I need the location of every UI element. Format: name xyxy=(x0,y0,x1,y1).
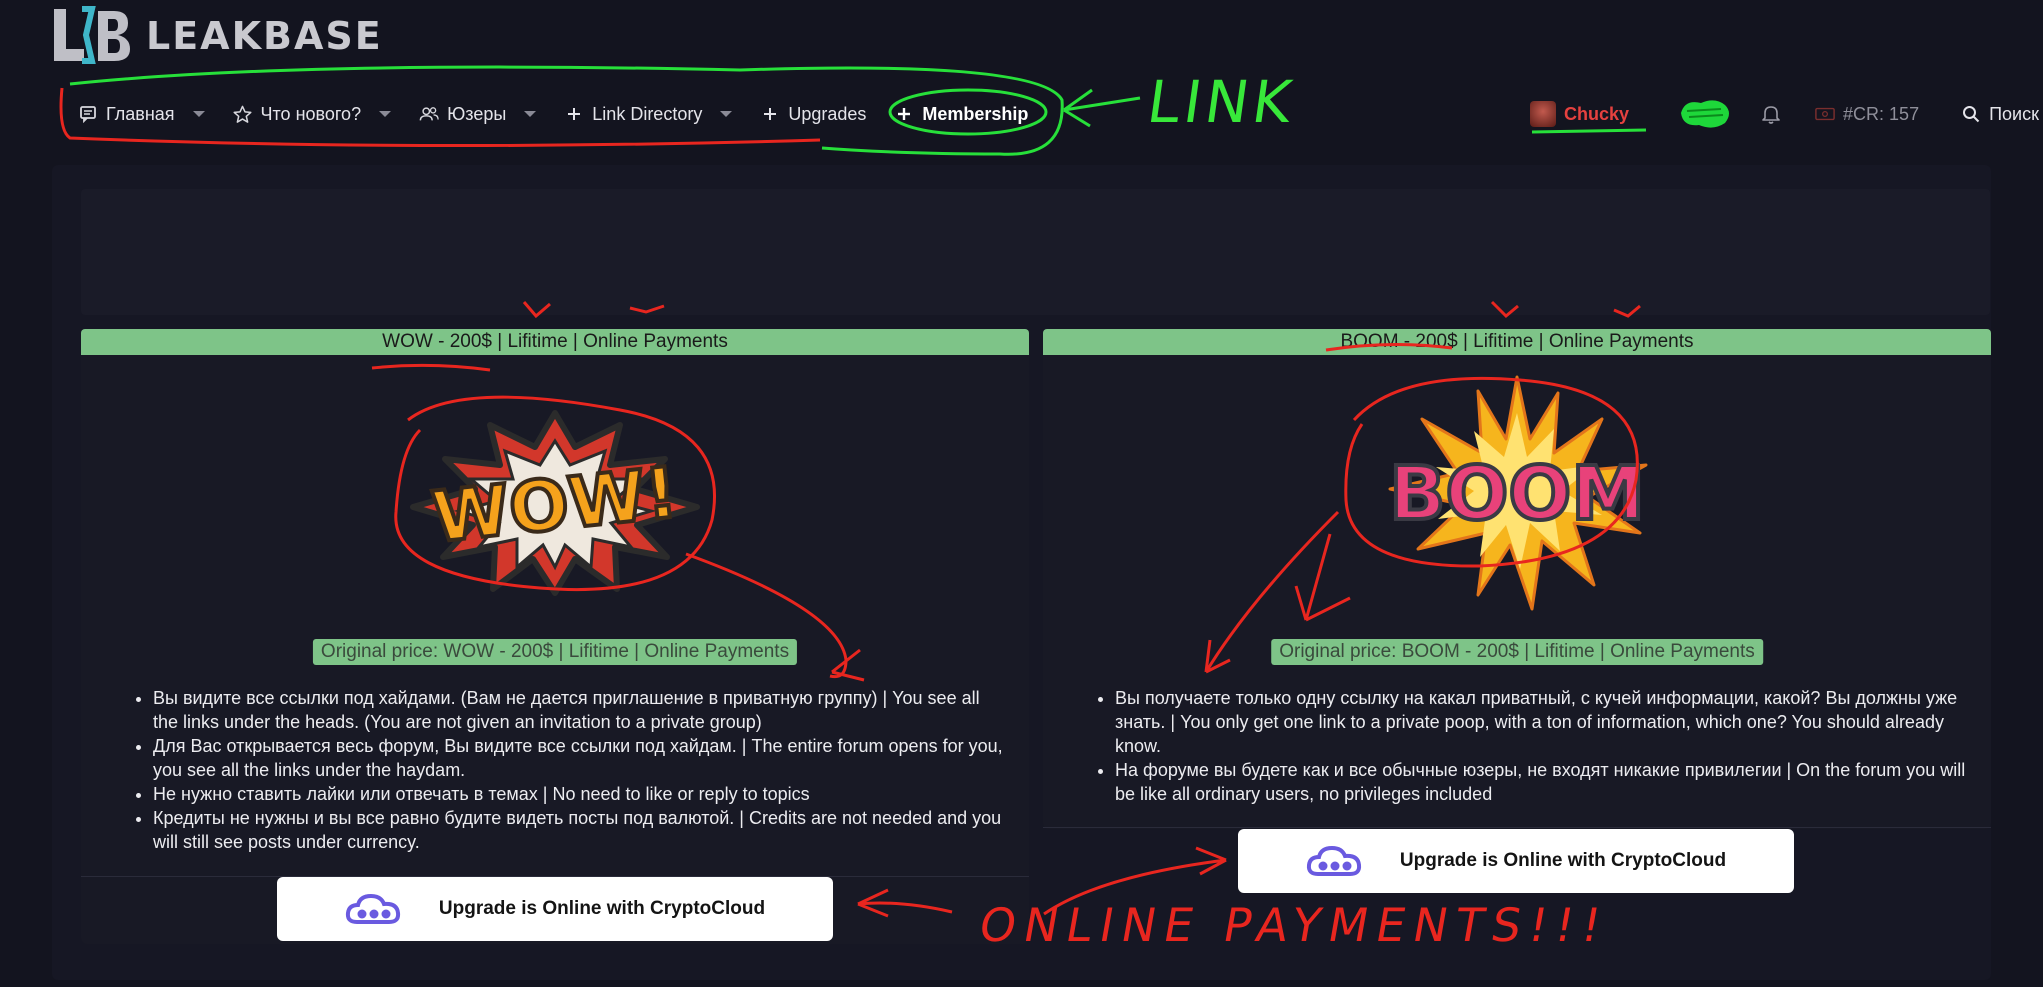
avatar xyxy=(1530,101,1556,127)
divider xyxy=(1043,827,1991,828)
plan-card-wow: WOW - 200$ | Lifitime | Online Payments … xyxy=(81,329,1029,944)
leakbase-logo-icon xyxy=(54,6,130,64)
site-logo[interactable]: LEAKBASE xyxy=(52,5,383,67)
annotation-online-text: ONLINE PAYMENTS!!! xyxy=(975,898,1614,952)
feature-list: Вы видите все ссылки под хайдами. (Вам н… xyxy=(121,686,1009,854)
nav-item-membership[interactable]: Membership xyxy=(894,104,1028,125)
nav-label: Link Directory xyxy=(592,103,703,124)
plus-icon xyxy=(760,104,780,124)
button-label: Upgrade is Online with CryptoCloud xyxy=(1399,850,1727,871)
upgrade-cryptocloud-button[interactable]: Upgrade is Online with CryptoCloud xyxy=(277,877,833,941)
nav-item-home[interactable]: Главная xyxy=(78,104,205,125)
original-price-label: Original price: WOW - 200$ | Lifitime | … xyxy=(312,639,798,665)
nav-label: Юзеры xyxy=(447,103,507,124)
nav-label: Upgrades xyxy=(788,103,867,124)
button-label: Upgrade is Online with CryptoCloud xyxy=(438,898,766,919)
bell-icon[interactable] xyxy=(1761,104,1781,124)
annotation-link-text: LINK xyxy=(1143,68,1300,136)
list-item: Кредиты не нужны и вы все равно будите в… xyxy=(153,806,1009,854)
credits-link[interactable]: #CR: 157 xyxy=(1815,104,1919,125)
chevron-down-icon[interactable] xyxy=(524,111,537,117)
message-icon xyxy=(78,104,98,124)
plus-icon xyxy=(564,104,584,124)
feature-list: Вы получаете только одну ссылку на какал… xyxy=(1083,686,1971,806)
user-area: Chucky #CR: 157 Поиск xyxy=(1530,96,2039,132)
user-menu[interactable]: Chucky xyxy=(1530,101,1629,127)
nav-item-users[interactable]: Юзеры xyxy=(419,103,537,125)
cryptocloud-icon xyxy=(345,893,400,924)
list-item: Вы видите все ссылки под хайдами. (Вам н… xyxy=(153,686,1009,734)
nav-label: Membership xyxy=(922,103,1029,124)
list-item: Вы получаете только одну ссылку на какал… xyxy=(1115,686,1971,758)
chevron-down-icon[interactable] xyxy=(379,111,392,117)
list-item: На форуме вы будете как и все обычные юз… xyxy=(1115,758,1971,806)
search-label: Поиск xyxy=(1989,103,2039,124)
nav-label: Что нового? xyxy=(260,103,362,124)
chevron-down-icon[interactable] xyxy=(720,111,733,117)
users-icon xyxy=(419,104,439,124)
upgrade-cryptocloud-button[interactable]: Upgrade is Online with CryptoCloud xyxy=(1238,829,1794,893)
plan-header: BOOM - 200$ | Lifitime | Online Payments xyxy=(1043,329,1991,355)
search-button[interactable]: Поиск xyxy=(1961,104,2039,125)
nav-item-link-directory[interactable]: Link Directory xyxy=(564,103,733,125)
wow-art-image: WOW! xyxy=(410,410,700,596)
chevron-down-icon[interactable] xyxy=(192,111,205,117)
original-price-label: Original price: BOOM - 200$ | Lifitime |… xyxy=(1271,639,1763,665)
banner-area xyxy=(81,189,1990,315)
plan-card-boom: BOOM - 200$ | Lifitime | Online Payments… xyxy=(1043,329,1991,829)
money-icon xyxy=(1815,104,1835,124)
inbox-icon[interactable] xyxy=(1677,97,1733,131)
plan-header: WOW - 200$ | Lifitime | Online Payments xyxy=(81,329,1029,355)
search-icon xyxy=(1961,104,1981,124)
credits-count: #CR: 157 xyxy=(1843,103,1920,124)
username: Chucky xyxy=(1564,103,1630,124)
svg-text:BOOM: BOOM xyxy=(1389,451,1645,537)
star-icon xyxy=(233,104,253,124)
nav-item-upgrades[interactable]: Upgrades xyxy=(760,104,866,125)
site-name: LEAKBASE xyxy=(146,14,383,58)
list-item: Для Вас открывается весь форум, Вы видит… xyxy=(153,734,1009,782)
boom-art-image: BOOM xyxy=(1387,375,1648,611)
main-nav: Главная Что нового? Юзеры Link Directory… xyxy=(78,96,1056,132)
list-item: Не нужно ставить лайки или отвечать в те… xyxy=(153,782,1009,806)
nav-label: Главная xyxy=(106,103,175,124)
cryptocloud-icon xyxy=(1306,845,1361,876)
nav-item-whats-new[interactable]: Что нового? xyxy=(233,104,392,125)
plus-icon xyxy=(894,104,914,124)
